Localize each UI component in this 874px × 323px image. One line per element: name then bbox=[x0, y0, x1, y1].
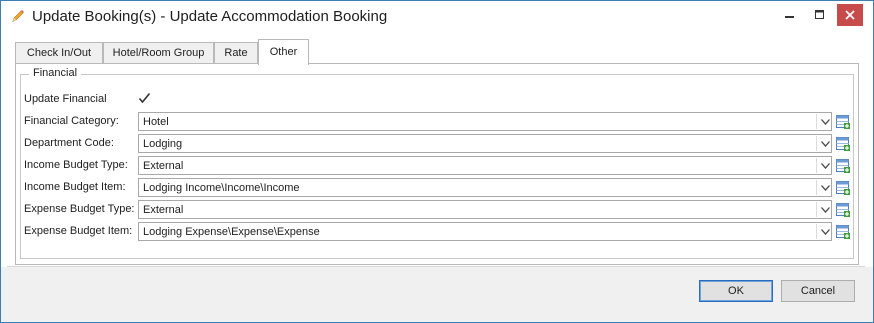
expense-budget-type-label: Expense Budget Type: bbox=[24, 203, 135, 215]
pencil-icon bbox=[10, 8, 26, 24]
dialog-body: Check In/Out Hotel/Room Group Rate Other… bbox=[7, 34, 865, 267]
income-budget-item-dropdown[interactable] bbox=[818, 178, 832, 197]
tab-panel-other: Financial Update Financial Financial Cat… bbox=[15, 63, 859, 265]
income-budget-type-value: External bbox=[143, 160, 184, 172]
department-code-lookup-button[interactable] bbox=[835, 134, 851, 153]
chevron-down-icon bbox=[821, 141, 830, 147]
department-code-field[interactable]: Lodging bbox=[138, 134, 832, 153]
department-code-dropdown[interactable] bbox=[818, 134, 832, 153]
update-financial-label: Update Financial bbox=[24, 93, 107, 105]
cancel-button[interactable]: Cancel bbox=[781, 280, 855, 302]
income-budget-item-label: Income Budget Item: bbox=[24, 181, 126, 193]
dialog-footer: OK Cancel bbox=[1, 267, 873, 322]
table-lookup-icon bbox=[836, 181, 850, 195]
combo-separator bbox=[816, 202, 817, 217]
expense-budget-type-field[interactable]: External bbox=[138, 200, 832, 219]
combo-separator bbox=[816, 180, 817, 195]
update-financial-checkbox[interactable] bbox=[138, 92, 151, 105]
expense-budget-item-lookup-button[interactable] bbox=[835, 222, 851, 241]
expense-budget-type-value: External bbox=[143, 204, 184, 216]
expense-budget-type-dropdown[interactable] bbox=[818, 200, 832, 219]
financial-category-row: Financial Category: Hotel bbox=[21, 112, 851, 132]
financial-category-dropdown[interactable] bbox=[818, 112, 832, 131]
financial-category-label: Financial Category: bbox=[24, 115, 119, 127]
income-budget-type-label: Income Budget Type: bbox=[24, 159, 128, 171]
dialog-window: Update Booking(s) - Update Accommodation… bbox=[0, 0, 874, 323]
ok-button[interactable]: OK bbox=[699, 280, 773, 302]
chevron-down-icon bbox=[821, 163, 830, 169]
income-budget-type-lookup-button[interactable] bbox=[835, 156, 851, 175]
table-lookup-icon bbox=[836, 137, 850, 151]
update-financial-row: Update Financial bbox=[21, 90, 851, 110]
expense-budget-item-value: Lodging Expense\Expense\Expense bbox=[143, 226, 320, 238]
income-budget-item-lookup-button[interactable] bbox=[835, 178, 851, 197]
table-lookup-icon bbox=[836, 225, 850, 239]
combo-separator bbox=[816, 136, 817, 151]
minimize-icon bbox=[785, 16, 794, 18]
income-budget-type-row: Income Budget Type: External bbox=[21, 156, 851, 176]
income-budget-type-field[interactable]: External bbox=[138, 156, 832, 175]
department-code-label: Department Code: bbox=[24, 137, 114, 149]
expense-budget-type-lookup-button[interactable] bbox=[835, 200, 851, 219]
chevron-down-icon bbox=[821, 185, 830, 191]
income-budget-type-dropdown[interactable] bbox=[818, 156, 832, 175]
financial-group-label: Financial bbox=[29, 67, 82, 79]
financial-category-lookup-button[interactable] bbox=[835, 112, 851, 131]
tab-other[interactable]: Other bbox=[258, 39, 309, 65]
tab-check-in-out[interactable]: Check In/Out bbox=[15, 42, 103, 63]
tab-hotel-room-group[interactable]: Hotel/Room Group bbox=[103, 42, 214, 63]
income-budget-item-value: Lodging Income\Income\Income bbox=[143, 182, 300, 194]
window-title: Update Booking(s) - Update Accommodation… bbox=[32, 8, 388, 25]
financial-category-value: Hotel bbox=[143, 116, 169, 128]
title-bar[interactable]: Update Booking(s) - Update Accommodation… bbox=[1, 1, 873, 33]
department-code-value: Lodging bbox=[143, 138, 183, 150]
tab-rate[interactable]: Rate bbox=[214, 42, 258, 63]
chevron-down-icon bbox=[821, 119, 830, 125]
financial-category-field[interactable]: Hotel bbox=[138, 112, 832, 131]
combo-separator bbox=[816, 158, 817, 173]
income-budget-item-field[interactable]: Lodging Income\Income\Income bbox=[138, 178, 832, 197]
chevron-down-icon bbox=[821, 229, 830, 235]
expense-budget-type-row: Expense Budget Type: External bbox=[21, 200, 851, 220]
table-lookup-icon bbox=[836, 203, 850, 217]
maximize-icon bbox=[815, 10, 824, 19]
income-budget-item-row: Income Budget Item: Lodging Income\Incom… bbox=[21, 178, 851, 198]
financial-group: Financial Update Financial Financial Cat… bbox=[20, 67, 854, 259]
expense-budget-item-label: Expense Budget Item: bbox=[24, 225, 133, 237]
department-code-row: Department Code: Lodging bbox=[21, 134, 851, 154]
combo-separator bbox=[816, 224, 817, 239]
expense-budget-item-dropdown[interactable] bbox=[818, 222, 832, 241]
combo-separator bbox=[816, 114, 817, 129]
maximize-button[interactable] bbox=[807, 4, 833, 26]
table-lookup-icon bbox=[836, 115, 850, 129]
expense-budget-item-row: Expense Budget Item: Lodging Expense\Exp… bbox=[21, 222, 851, 242]
minimize-button[interactable] bbox=[777, 4, 803, 26]
chevron-down-icon bbox=[821, 207, 830, 213]
close-icon bbox=[845, 10, 855, 20]
expense-budget-item-field[interactable]: Lodging Expense\Expense\Expense bbox=[138, 222, 832, 241]
close-button[interactable] bbox=[837, 4, 863, 26]
table-lookup-icon bbox=[836, 159, 850, 173]
checkmark-icon bbox=[138, 92, 151, 104]
